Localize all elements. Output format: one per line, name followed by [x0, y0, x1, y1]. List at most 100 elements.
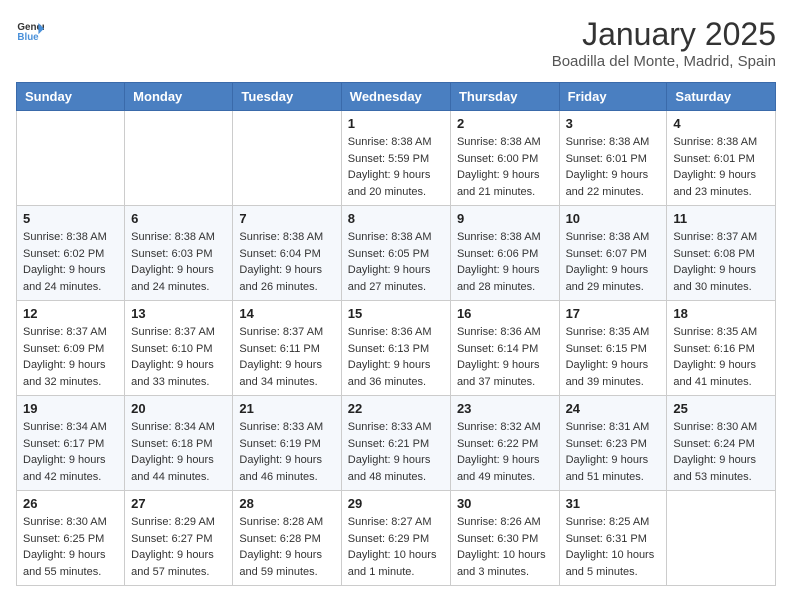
day-number: 20: [131, 401, 226, 416]
day-info: Sunrise: 8:36 AMSunset: 6:14 PMDaylight:…: [457, 324, 553, 390]
day-number: 4: [673, 116, 769, 131]
day-number: 27: [131, 496, 226, 511]
calendar-cell: 14Sunrise: 8:37 AMSunset: 6:11 PMDayligh…: [233, 301, 341, 396]
calendar-week-row: 5 Sunrise: 8:38 AMSunset: 6:02 PMDaylight…: [17, 206, 776, 301]
day-number: 8: [348, 211, 444, 226]
weekday-header-sunday: Sunday: [17, 83, 125, 111]
weekday-header-tuesday: Tuesday: [233, 83, 341, 111]
calendar-cell: 24 Sunrise: 8:31 AMSunset: 6:23 PMDayligh…: [559, 396, 667, 491]
day-info: Sunrise: 8:31 AMSunset: 6:23 PMDaylight:…: [566, 419, 661, 485]
calendar-cell: 20 Sunrise: 8:34 AMSunset: 6:18 PMDayligh…: [125, 396, 233, 491]
day-number: 15: [348, 306, 444, 321]
calendar-cell: 4Sunrise: 8:38 AMSunset: 6:01 PMDaylight…: [667, 111, 776, 206]
weekday-header-friday: Friday: [559, 83, 667, 111]
calendar-cell: [125, 111, 233, 206]
day-number: 12: [23, 306, 118, 321]
day-number: 17: [566, 306, 661, 321]
day-number: 2: [457, 116, 553, 131]
calendar-week-row: 19Sunrise: 8:34 AMSunset: 6:17 PMDayligh…: [17, 396, 776, 491]
day-info: Sunrise: 8:29 AMSunset: 6:27 PMDaylight:…: [131, 514, 226, 580]
day-info: Sunrise: 8:38 AMSunset: 6:06 PMDaylight:…: [457, 229, 553, 295]
calendar-cell: [17, 111, 125, 206]
calendar-cell: 18 Sunrise: 8:35 AMSunset: 6:16 PMDayligh…: [667, 301, 776, 396]
day-info: Sunrise: 8:37 AMSunset: 6:10 PMDaylight:…: [131, 324, 226, 390]
calendar-cell: 8Sunrise: 8:38 AMSunset: 6:05 PMDaylight…: [341, 206, 450, 301]
day-number: 10: [566, 211, 661, 226]
day-info: Sunrise: 8:30 AMSunset: 6:25 PMDaylight:…: [23, 514, 118, 580]
calendar-cell: 12Sunrise: 8:37 AMSunset: 6:09 PMDayligh…: [17, 301, 125, 396]
day-info: Sunrise: 8:38 AMSunset: 6:07 PMDaylight:…: [566, 229, 661, 295]
logo-icon: General Blue: [16, 16, 44, 44]
calendar-cell: 9 Sunrise: 8:38 AMSunset: 6:06 PMDaylight…: [450, 206, 559, 301]
day-number: 29: [348, 496, 444, 511]
month-title: January 2025: [552, 16, 776, 53]
calendar-cell: 13 Sunrise: 8:37 AMSunset: 6:10 PMDayligh…: [125, 301, 233, 396]
day-number: 9: [457, 211, 553, 226]
day-info: Sunrise: 8:25 AMSunset: 6:31 PMDaylight:…: [566, 514, 661, 580]
day-info: Sunrise: 8:33 AMSunset: 6:21 PMDaylight:…: [348, 419, 444, 485]
location-title: Boadilla del Monte, Madrid, Spain: [552, 53, 776, 70]
calendar-cell: 31 Sunrise: 8:25 AMSunset: 6:31 PMDayligh…: [559, 491, 667, 586]
day-info: Sunrise: 8:26 AMSunset: 6:30 PMDaylight:…: [457, 514, 553, 580]
day-info: Sunrise: 8:35 AMSunset: 6:15 PMDaylight:…: [566, 324, 661, 390]
day-info: Sunrise: 8:33 AMSunset: 6:19 PMDaylight:…: [239, 419, 334, 485]
calendar-cell: 28 Sunrise: 8:28 AMSunset: 6:28 PMDayligh…: [233, 491, 341, 586]
calendar-cell: 27 Sunrise: 8:29 AMSunset: 6:27 PMDayligh…: [125, 491, 233, 586]
day-number: 28: [239, 496, 334, 511]
calendar-week-row: 1 Sunrise: 8:38 AMSunset: 5:59 PMDaylight…: [17, 111, 776, 206]
day-info: Sunrise: 8:38 AMSunset: 6:04 PMDaylight:…: [239, 229, 334, 295]
calendar-cell: [233, 111, 341, 206]
calendar-week-row: 12Sunrise: 8:37 AMSunset: 6:09 PMDayligh…: [17, 301, 776, 396]
day-info: Sunrise: 8:38 AMSunset: 6:01 PMDaylight:…: [566, 134, 661, 200]
calendar-cell: 2 Sunrise: 8:38 AMSunset: 6:00 PMDaylight…: [450, 111, 559, 206]
day-number: 1: [348, 116, 444, 131]
calendar-cell: 10 Sunrise: 8:38 AMSunset: 6:07 PMDayligh…: [559, 206, 667, 301]
day-number: 19: [23, 401, 118, 416]
calendar-cell: 26 Sunrise: 8:30 AMSunset: 6:25 PMDayligh…: [17, 491, 125, 586]
calendar-cell: 7 Sunrise: 8:38 AMSunset: 6:04 PMDaylight…: [233, 206, 341, 301]
calendar-cell: 17 Sunrise: 8:35 AMSunset: 6:15 PMDayligh…: [559, 301, 667, 396]
day-number: 3: [566, 116, 661, 131]
day-number: 25: [673, 401, 769, 416]
calendar-table: SundayMondayTuesdayWednesdayThursdayFrid…: [16, 82, 776, 586]
day-info: Sunrise: 8:32 AMSunset: 6:22 PMDaylight:…: [457, 419, 553, 485]
day-number: 31: [566, 496, 661, 511]
day-number: 26: [23, 496, 118, 511]
day-info: Sunrise: 8:35 AMSunset: 6:16 PMDaylight:…: [673, 324, 769, 390]
calendar-cell: 29 Sunrise: 8:27 AMSunset: 6:29 PMDayligh…: [341, 491, 450, 586]
calendar-cell: 11Sunrise: 8:37 AMSunset: 6:08 PMDayligh…: [667, 206, 776, 301]
svg-text:Blue: Blue: [17, 32, 39, 43]
day-info: Sunrise: 8:30 AMSunset: 6:24 PMDaylight:…: [673, 419, 769, 485]
calendar-cell: 25 Sunrise: 8:30 AMSunset: 6:24 PMDayligh…: [667, 396, 776, 491]
calendar-week-row: 26 Sunrise: 8:30 AMSunset: 6:25 PMDayligh…: [17, 491, 776, 586]
day-number: 24: [566, 401, 661, 416]
day-number: 14: [239, 306, 334, 321]
day-info: Sunrise: 8:28 AMSunset: 6:28 PMDaylight:…: [239, 514, 334, 580]
weekday-header-saturday: Saturday: [667, 83, 776, 111]
day-info: Sunrise: 8:36 AMSunset: 6:13 PMDaylight:…: [348, 324, 444, 390]
calendar-cell: 22 Sunrise: 8:33 AMSunset: 6:21 PMDayligh…: [341, 396, 450, 491]
day-info: Sunrise: 8:37 AMSunset: 6:08 PMDaylight:…: [673, 229, 769, 295]
day-info: Sunrise: 8:38 AMSunset: 5:59 PMDaylight:…: [348, 134, 444, 200]
calendar-cell: [667, 491, 776, 586]
day-number: 13: [131, 306, 226, 321]
calendar-cell: 6Sunrise: 8:38 AMSunset: 6:03 PMDaylight…: [125, 206, 233, 301]
calendar-cell: 23Sunrise: 8:32 AMSunset: 6:22 PMDayligh…: [450, 396, 559, 491]
day-number: 21: [239, 401, 334, 416]
day-info: Sunrise: 8:38 AMSunset: 6:02 PMDaylight:…: [23, 229, 118, 295]
calendar-cell: 30Sunrise: 8:26 AMSunset: 6:30 PMDayligh…: [450, 491, 559, 586]
weekday-header-wednesday: Wednesday: [341, 83, 450, 111]
weekday-header-row: SundayMondayTuesdayWednesdayThursdayFrid…: [17, 83, 776, 111]
day-number: 18: [673, 306, 769, 321]
day-number: 5: [23, 211, 118, 226]
day-number: 22: [348, 401, 444, 416]
day-info: Sunrise: 8:27 AMSunset: 6:29 PMDaylight:…: [348, 514, 444, 580]
calendar-cell: 21 Sunrise: 8:33 AMSunset: 6:19 PMDayligh…: [233, 396, 341, 491]
day-info: Sunrise: 8:38 AMSunset: 6:00 PMDaylight:…: [457, 134, 553, 200]
logo: General Blue: [16, 16, 44, 44]
title-block: January 2025 Boadilla del Monte, Madrid,…: [552, 16, 776, 70]
calendar-cell: 16Sunrise: 8:36 AMSunset: 6:14 PMDayligh…: [450, 301, 559, 396]
day-info: Sunrise: 8:34 AMSunset: 6:18 PMDaylight:…: [131, 419, 226, 485]
day-number: 7: [239, 211, 334, 226]
calendar-cell: 1 Sunrise: 8:38 AMSunset: 5:59 PMDaylight…: [341, 111, 450, 206]
